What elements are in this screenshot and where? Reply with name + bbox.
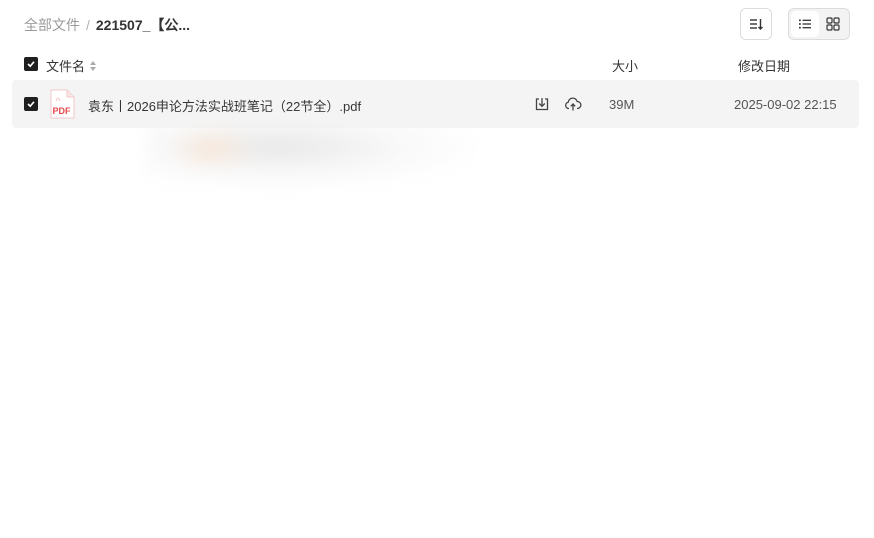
breadcrumb: 全部文件 / 221507_【公... — [24, 15, 190, 35]
column-header-size[interactable]: 大小 — [612, 56, 638, 75]
cloud-icon — [565, 97, 582, 111]
svg-text:PDF: PDF — [53, 106, 72, 116]
pdf-file-icon: PDF — [49, 89, 75, 119]
download-icon — [535, 98, 549, 111]
download-button[interactable] — [532, 94, 552, 114]
view-mode-toggle — [788, 8, 850, 40]
column-header-date[interactable]: 修改日期 — [738, 56, 790, 75]
list-view-button[interactable] — [791, 11, 819, 37]
cloud-save-button[interactable] — [563, 94, 583, 114]
list-view-icon — [799, 19, 811, 29]
breadcrumb-separator: / — [86, 17, 90, 33]
sort-button[interactable] — [740, 8, 772, 40]
sort-list-icon — [750, 19, 763, 30]
column-header-name[interactable]: 文件名 — [46, 56, 97, 75]
grid-view-button[interactable] — [819, 11, 847, 37]
select-all-checkbox[interactable] — [24, 57, 38, 71]
checkmark-icon — [27, 101, 35, 108]
top-bar: 全部文件 / 221507_【公... — [0, 0, 874, 48]
file-modified-date: 2025-09-02 22:15 — [734, 97, 837, 112]
row-checkbox[interactable] — [24, 97, 38, 111]
sort-toggle-icon — [90, 60, 97, 71]
file-size: 39M — [609, 97, 635, 112]
breadcrumb-root-link[interactable]: 全部文件 — [24, 15, 80, 35]
grid-view-icon — [826, 17, 840, 31]
file-name-link[interactable]: 袁东丨2026申论方法实战班笔记（22节全）.pdf — [88, 96, 361, 115]
table-header: 文件名 大小 修改日期 — [12, 52, 859, 76]
checkmark-icon — [27, 61, 35, 68]
blurred-overlay — [146, 118, 476, 190]
column-name-label: 文件名 — [46, 59, 86, 74]
breadcrumb-current-folder: 221507_【公... — [95, 17, 191, 33]
